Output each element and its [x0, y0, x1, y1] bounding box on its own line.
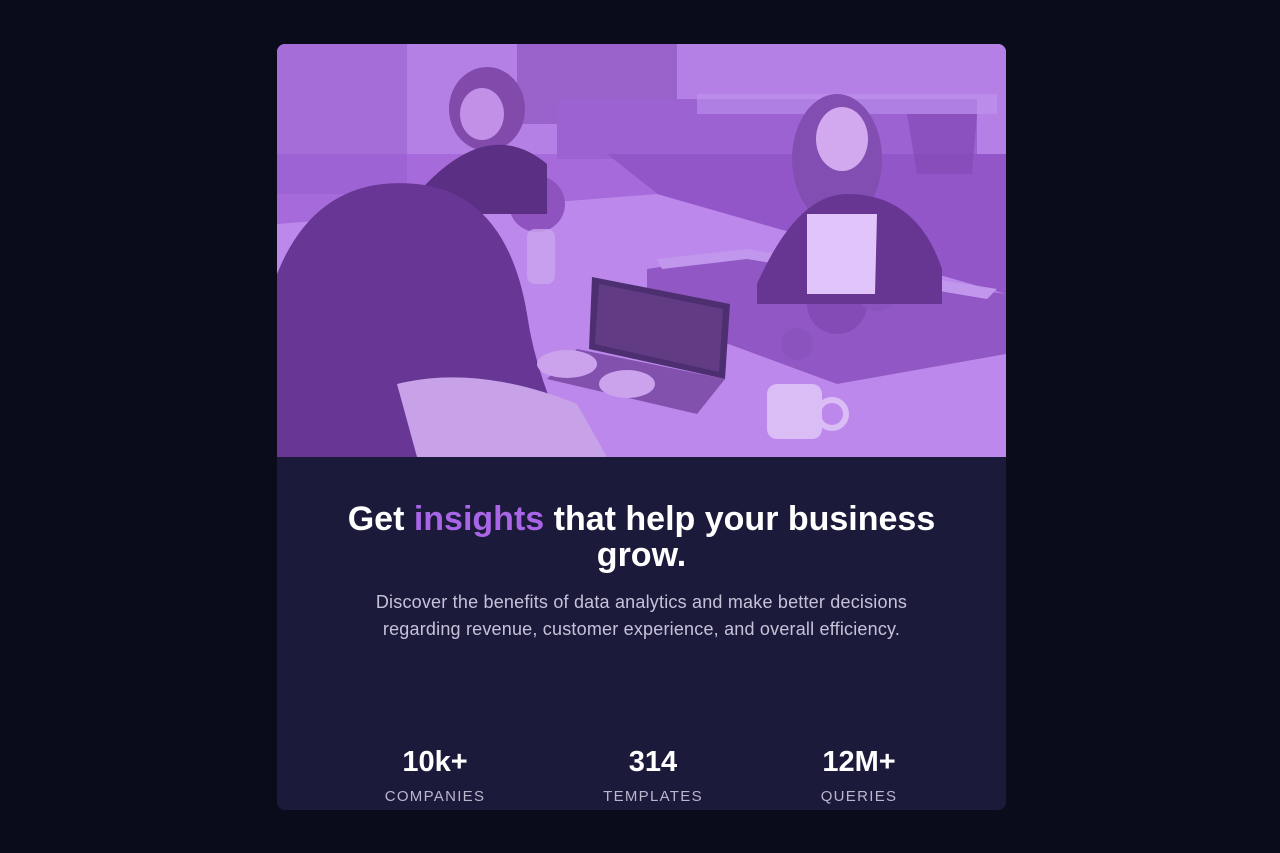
headline-accent: insights: [413, 500, 545, 538]
office-photo-illustration: [277, 44, 1006, 457]
stat-value: 10k+: [402, 746, 468, 778]
description: Discover the benefits of data analytics …: [375, 592, 908, 639]
headline: Get insights that help your business gro…: [337, 501, 946, 573]
stats-row: 10k+ COMPANIES 314 TEMPLATES 12M+ QUERIE…: [277, 747, 1006, 810]
card-content: Get insights that help your business gro…: [277, 457, 1006, 810]
headline-end: that help your business grow.: [544, 500, 936, 574]
stat-companies: 10k+ COMPANIES: [345, 747, 525, 806]
stat-label: QUERIES: [820, 788, 898, 805]
stats-preview-card: Get insights that help your business gro…: [277, 44, 1006, 810]
stat-label: COMPANIES: [384, 788, 486, 805]
headline-start: Get: [347, 500, 414, 538]
stat-value: 12M+: [822, 746, 896, 778]
stat-queries: 12M+ QUERIES: [769, 747, 949, 806]
stat-value: 314: [628, 746, 678, 778]
stat-label: TEMPLATES: [603, 788, 703, 805]
hero-image: [277, 44, 1006, 457]
stat-templates: 314 TEMPLATES: [563, 747, 743, 806]
